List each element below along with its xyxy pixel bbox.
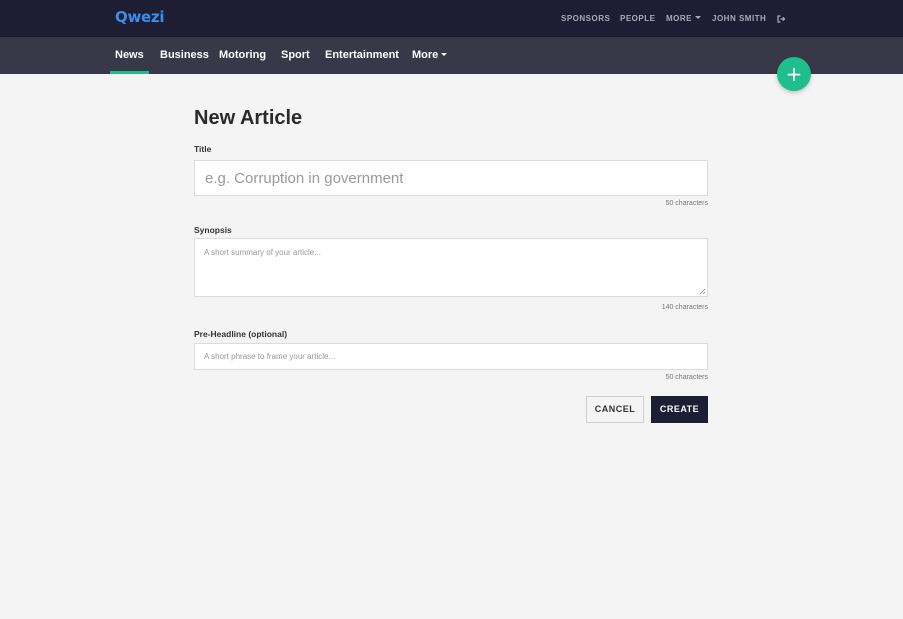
sponsors-link[interactable]: SPONSORS: [561, 14, 610, 23]
title-field-box: [194, 160, 708, 196]
synopsis-field-box: [194, 238, 708, 297]
nav-item-entertainment[interactable]: Entertainment: [325, 37, 399, 74]
topbar-user-menu[interactable]: JOHN SMITH: [712, 0, 766, 37]
user-name[interactable]: JOHN SMITH: [712, 14, 766, 23]
nav-item-sport[interactable]: Sport: [281, 37, 310, 74]
nav-item-more[interactable]: More: [412, 37, 448, 74]
nav-item-motoring[interactable]: Motoring: [219, 37, 266, 74]
preheadline-label: Pre-Headline (optional): [194, 329, 288, 339]
chevron-down-icon: [441, 52, 448, 56]
qwezi-logo[interactable]: Qwezi: [115, 8, 164, 26]
nav-item-business[interactable]: Business: [160, 37, 209, 74]
topbar-link-sponsors[interactable]: SPONSORS: [561, 0, 610, 37]
topbar-link-people[interactable]: PEOPLE: [620, 0, 655, 37]
synopsis-label: Synopsis: [194, 225, 232, 235]
more-menu-label[interactable]: MORE: [666, 14, 692, 23]
plus-icon: +: [785, 62, 803, 86]
nav-item-news[interactable]: News: [110, 37, 149, 74]
add-article-button[interactable]: +: [777, 57, 811, 91]
title-label: Title: [194, 144, 212, 154]
logout-button[interactable]: [777, 0, 786, 37]
create-button[interactable]: CREATE: [651, 396, 708, 423]
top-bar: Qwezi SPONSORS PEOPLE MORE JOHN SMITH: [0, 0, 903, 37]
title-char-limit: 50 characters: [665, 200, 708, 207]
synopsis-textarea[interactable]: [195, 239, 707, 296]
synopsis-char-limit: 140 characters: [661, 304, 708, 311]
topbar-more-menu[interactable]: MORE: [666, 0, 701, 37]
title-input[interactable]: [195, 161, 707, 195]
preheadline-char-limit: 50 characters: [665, 374, 708, 381]
sign-out-icon[interactable]: [777, 14, 786, 23]
chevron-down-icon: [695, 16, 701, 20]
preheadline-field-box: [194, 343, 708, 370]
resize-handle-icon[interactable]: [699, 288, 706, 295]
nav-more-label: More: [412, 49, 439, 61]
cancel-button[interactable]: CANCEL: [586, 396, 644, 423]
section-nav: News Business Motoring Sport Entertainme…: [0, 37, 903, 74]
page-title: New Article: [194, 107, 303, 129]
people-link[interactable]: PEOPLE: [620, 14, 655, 23]
preheadline-input[interactable]: [195, 344, 707, 369]
